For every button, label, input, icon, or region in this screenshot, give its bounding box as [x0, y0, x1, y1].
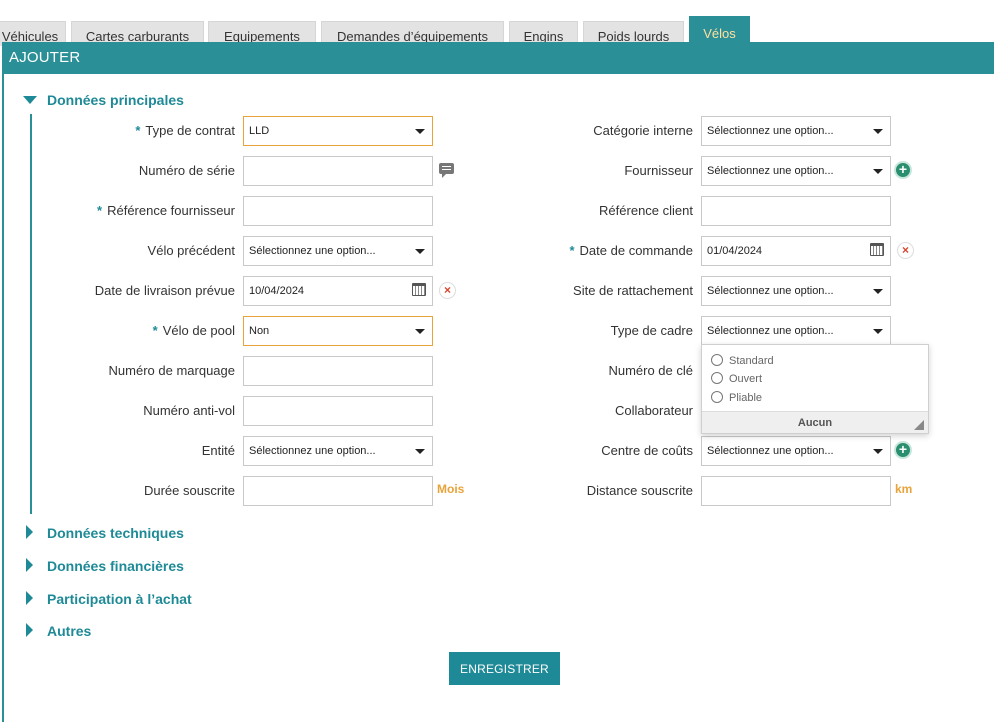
radio-icon	[711, 372, 723, 384]
centre-couts-label: Centre de coûts	[601, 443, 693, 458]
duree-unit: Mois	[437, 482, 465, 496]
numero-serie-label: Numéro de série	[138, 163, 235, 178]
save-button[interactable]: ENREGISTRER	[449, 652, 560, 685]
add-icon[interactable]: +	[894, 161, 912, 179]
distance-label: Distance souscrite	[586, 483, 693, 498]
chevron-down-icon	[873, 329, 883, 334]
resize-grip-icon[interactable]	[914, 420, 924, 430]
radio-icon	[711, 391, 723, 403]
chevron-down-icon	[415, 249, 425, 254]
distance-input[interactable]	[701, 476, 891, 506]
none-option-button[interactable]: Aucun	[702, 411, 928, 433]
fournisseur-label: Fournisseur	[624, 163, 693, 178]
site-label: Site de rattachement	[573, 283, 693, 298]
numero-serie-input[interactable]	[243, 156, 433, 186]
site-select[interactable]: Sélectionnez une option...	[701, 276, 891, 306]
numero-marquage-input[interactable]	[243, 356, 433, 386]
distance-unit: km	[895, 482, 913, 496]
section-main-title[interactable]: Données principales	[47, 92, 184, 108]
chevron-down-icon	[873, 289, 883, 294]
option-pliable[interactable]: Pliable	[711, 391, 762, 407]
duree-label: Durée souscrite	[143, 483, 235, 498]
ref-client-label: Référence client	[599, 203, 693, 218]
categorie-label: Catégorie interne	[593, 123, 693, 138]
centre-couts-select[interactable]: Sélectionnez une option...	[701, 436, 891, 466]
numero-marquage-label: Numéro de marquage	[108, 363, 235, 378]
type-contrat-select[interactable]: LLD	[243, 116, 433, 146]
numero-cle-label: Numéro de clé	[608, 363, 693, 378]
chevron-down-icon	[873, 169, 883, 174]
velo-precedent-select[interactable]: Sélectionnez une option...	[243, 236, 433, 266]
ref-fournisseur-label: * Référence fournisseur	[97, 203, 235, 218]
clear-icon[interactable]: ×	[439, 282, 456, 299]
radio-icon	[711, 354, 723, 366]
section-purchase-title[interactable]: Participation à l’achat	[47, 591, 192, 607]
numero-antivol-label: Numéro anti-vol	[143, 403, 235, 418]
caret-down-icon[interactable]	[23, 96, 37, 104]
velo-precedent-label: Vélo précédent	[147, 243, 235, 258]
numero-antivol-input[interactable]	[243, 396, 433, 426]
chevron-down-icon	[415, 449, 425, 454]
fournisseur-select[interactable]: Sélectionnez une option...	[701, 156, 891, 186]
collaborateur-label: Collaborateur	[614, 403, 693, 418]
section-technical-title[interactable]: Données techniques	[47, 525, 184, 541]
caret-right-icon[interactable]	[26, 591, 33, 605]
section-other-title[interactable]: Autres	[47, 623, 91, 639]
option-ouvert[interactable]: Ouvert	[711, 372, 762, 388]
date-livraison-label: Date de livraison prévue	[94, 283, 235, 298]
type-cadre-label: Type de cadre	[610, 323, 693, 338]
velo-pool-select[interactable]: Non	[243, 316, 433, 346]
type-cadre-dropdown: Standard Ouvert Pliable Aucun	[701, 344, 929, 434]
categorie-select[interactable]: Sélectionnez une option...	[701, 116, 891, 146]
entite-select[interactable]: Sélectionnez une option...	[243, 436, 433, 466]
chevron-down-icon	[873, 449, 883, 454]
calendar-icon[interactable]	[412, 283, 426, 296]
type-contrat-label: * Type de contrat	[135, 123, 235, 138]
calendar-icon[interactable]	[870, 243, 884, 256]
caret-right-icon[interactable]	[26, 558, 33, 572]
chevron-down-icon	[415, 129, 425, 134]
modal-title: AJOUTER	[4, 42, 994, 74]
caret-right-icon[interactable]	[26, 525, 33, 539]
caret-right-icon[interactable]	[26, 623, 33, 637]
ref-fournisseur-input[interactable]	[243, 196, 433, 226]
date-commande-input[interactable]: 01/04/2024	[701, 236, 891, 266]
section-divider-line	[30, 114, 32, 514]
chevron-down-icon	[415, 329, 425, 334]
chevron-down-icon	[873, 129, 883, 134]
velo-pool-label: * Vélo de pool	[152, 323, 235, 338]
date-livraison-input[interactable]: 10/04/2024	[243, 276, 433, 306]
duree-input[interactable]	[243, 476, 433, 506]
clear-icon[interactable]: ×	[897, 242, 914, 259]
option-standard[interactable]: Standard	[711, 354, 774, 370]
section-financial-title[interactable]: Données financières	[47, 558, 184, 574]
type-cadre-select[interactable]: Sélectionnez une option...	[701, 316, 891, 346]
comment-icon[interactable]	[439, 163, 454, 178]
add-icon[interactable]: +	[894, 441, 912, 459]
entite-label: Entité	[201, 443, 235, 458]
ref-client-input[interactable]	[701, 196, 891, 226]
date-commande-label: * Date de commande	[569, 243, 693, 258]
